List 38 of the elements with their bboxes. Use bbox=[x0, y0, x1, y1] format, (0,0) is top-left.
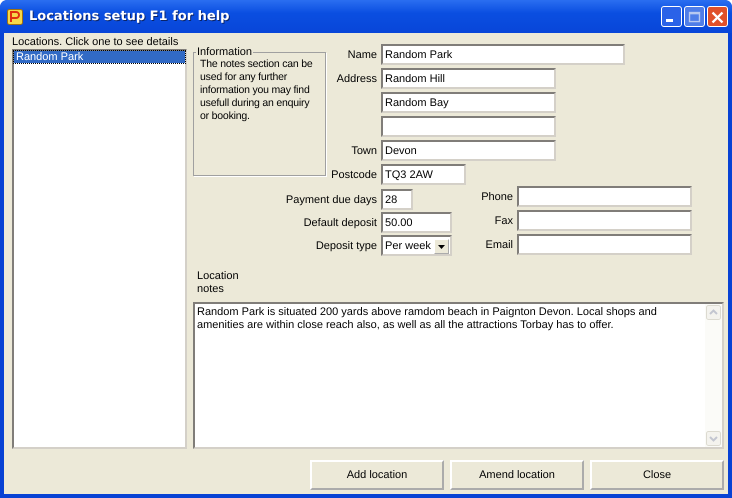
text-field[interactable] bbox=[517, 210, 692, 231]
field-label: Name bbox=[346, 48, 377, 60]
field-label: Payment due days bbox=[284, 194, 377, 206]
group-title: Information bbox=[196, 46, 254, 58]
text-field[interactable]: TQ3 2AW bbox=[381, 164, 466, 185]
field-label: Fax bbox=[494, 214, 513, 226]
text-field[interactable] bbox=[381, 116, 556, 137]
minimize-icon bbox=[666, 19, 673, 22]
text-field[interactable]: 28 bbox=[381, 189, 413, 210]
notes-label: Location notes bbox=[197, 270, 240, 296]
maximize-button[interactable] bbox=[684, 6, 705, 27]
field-label: Postcode bbox=[330, 168, 377, 180]
close-icon[interactable] bbox=[707, 6, 728, 27]
action-button[interactable]: Amend location bbox=[450, 460, 584, 490]
app-icon bbox=[7, 8, 23, 24]
text-field[interactable] bbox=[517, 234, 692, 255]
field-label: Deposit type bbox=[314, 240, 377, 252]
window-title: Locations setup F1 for help bbox=[29, 9, 230, 24]
field-label: Default deposit bbox=[302, 216, 377, 228]
action-button[interactable]: Add location bbox=[310, 460, 444, 490]
text-field[interactable]: Random Park bbox=[381, 44, 625, 65]
text-field[interactable]: Devon bbox=[381, 140, 556, 161]
field-label: Town bbox=[350, 144, 377, 156]
field-label: Email bbox=[484, 238, 513, 250]
text-field[interactable] bbox=[517, 186, 692, 207]
list-item[interactable]: Random Park bbox=[14, 51, 185, 63]
locations-label: Locations. Click one to see details bbox=[12, 36, 180, 49]
text-field[interactable]: Random Bay bbox=[381, 92, 556, 113]
dropdown[interactable]: Per week bbox=[381, 235, 452, 256]
text-field[interactable]: Random Hill bbox=[381, 68, 556, 89]
text-field[interactable]: 50.00 bbox=[381, 212, 452, 233]
caret-icon bbox=[438, 244, 445, 248]
field-label: Address bbox=[336, 72, 377, 84]
notes-field[interactable]: Random Park is situated 200 yards above ramdom beach in Paignton Devon. Local shops and amenities are within close reach also, as well as all the attractions Torbay has to offer. bbox=[193, 302, 724, 449]
minimize-button[interactable] bbox=[661, 6, 682, 27]
action-button[interactable]: Close bbox=[590, 460, 724, 490]
information-text: The notes section can be used for any further information you may find usefull during an enquiry or booking. bbox=[200, 58, 314, 123]
field-label: Phone bbox=[480, 190, 513, 202]
